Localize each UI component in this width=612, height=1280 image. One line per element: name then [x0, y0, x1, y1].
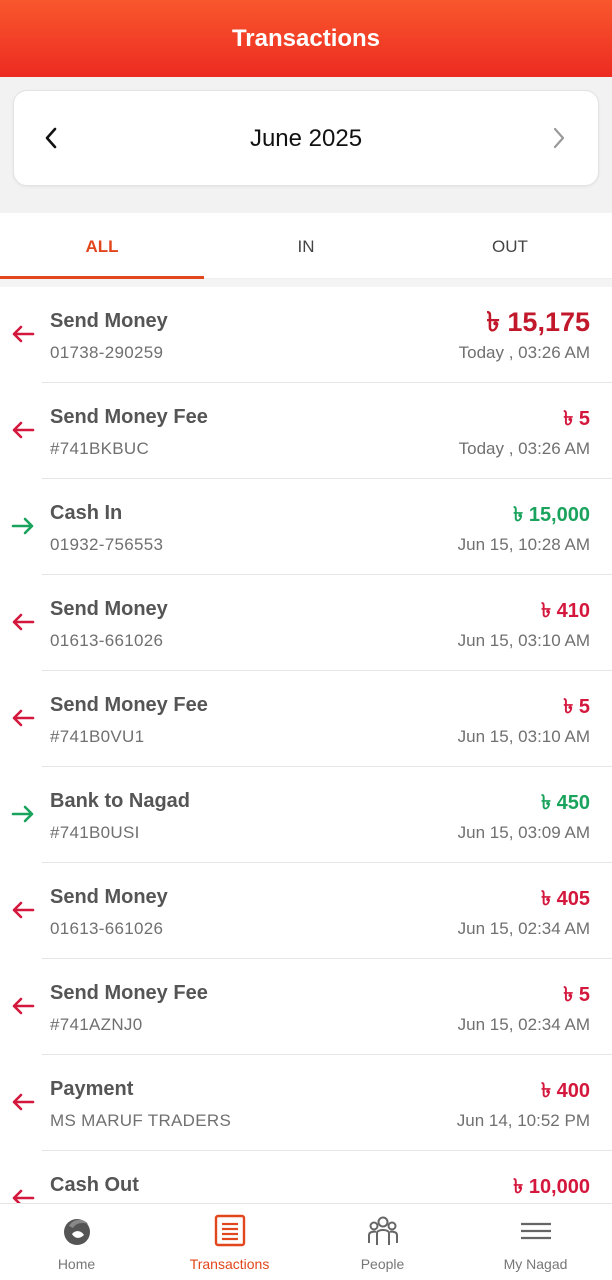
- transaction-detail: #741B0USI: [50, 823, 140, 842]
- transaction-title: Cash Out: [50, 1174, 139, 1196]
- outgoing-arrow-icon: [12, 1093, 35, 1111]
- transaction-amount: ৳ 5: [563, 408, 590, 430]
- tab-in[interactable]: IN: [204, 213, 408, 278]
- transaction-row[interactable]: Cash In 01932-756553 ৳ 15,000 Jun 15, 10…: [11, 479, 612, 575]
- incoming-arrow-icon: [11, 805, 34, 823]
- transaction-row[interactable]: Cash Out ৳ 10,000: [12, 1151, 612, 1203]
- divider: [0, 279, 612, 287]
- month-selector: June 2025: [13, 90, 599, 186]
- nav-my-nagad-label: My Nagad: [503, 1256, 568, 1272]
- nav-transactions[interactable]: Transactions: [153, 1204, 306, 1280]
- transaction-time: Today , 03:26 AM: [458, 343, 590, 362]
- transaction-detail: 01932-756553: [50, 535, 164, 554]
- transaction-title: Bank to Nagad: [50, 790, 191, 812]
- transactions-icon: [214, 1214, 245, 1247]
- nav-home-label: Home: [57, 1256, 96, 1272]
- transaction-detail: #741B0VU1: [50, 727, 145, 746]
- transaction-amount: ৳ 15,175: [486, 307, 590, 337]
- tab-all[interactable]: ALL: [0, 213, 204, 279]
- transaction-time: Jun 15, 02:34 AM: [457, 919, 590, 938]
- transaction-row[interactable]: Send Money Fee #741BKBUC ৳ 5 Today , 03:…: [12, 383, 612, 479]
- transaction-title: Send Money: [50, 598, 168, 620]
- transaction-row[interactable]: Send Money Fee #741AZNJ0 ৳ 5 Jun 15, 02:…: [12, 959, 612, 1055]
- bottom-navigation: Home Transactions People My Nagad: [0, 1203, 612, 1280]
- transaction-time: Jun 15, 10:28 AM: [457, 535, 590, 554]
- outgoing-arrow-icon: [12, 325, 35, 343]
- transaction-detail: 01738-290259: [50, 343, 164, 362]
- nav-my-nagad[interactable]: My Nagad: [459, 1204, 612, 1280]
- transaction-list: Send Money 01738-290259 ৳ 15,175 Today ,…: [0, 287, 612, 1203]
- tab-out[interactable]: OUT: [408, 213, 612, 278]
- filter-tabs: ALL IN OUT: [0, 213, 612, 279]
- transaction-detail: #741AZNJ0: [50, 1015, 143, 1034]
- transaction-row[interactable]: Send Money Fee #741B0VU1 ৳ 5 Jun 15, 03:…: [12, 671, 612, 767]
- transaction-title: Payment: [50, 1078, 134, 1100]
- transaction-time: Today , 03:26 AM: [458, 439, 590, 458]
- outgoing-arrow-icon: [12, 997, 35, 1015]
- transaction-amount: ৳ 15,000: [513, 504, 590, 526]
- transaction-amount: ৳ 410: [541, 600, 590, 622]
- nav-people[interactable]: People: [306, 1204, 459, 1280]
- transaction-amount: ৳ 405: [541, 888, 590, 910]
- transaction-amount: ৳ 10,000: [513, 1176, 590, 1198]
- transaction-title: Send Money: [50, 310, 168, 332]
- nav-home[interactable]: Home: [0, 1204, 153, 1280]
- outgoing-arrow-icon: [12, 901, 35, 919]
- transaction-detail: MS MARUF TRADERS: [50, 1111, 232, 1130]
- transaction-title: Send Money Fee: [50, 694, 208, 716]
- transaction-time: Jun 15, 03:10 AM: [457, 631, 590, 650]
- transaction-time: Jun 15, 02:34 AM: [457, 1015, 590, 1034]
- transaction-title: Cash In: [50, 502, 123, 524]
- transaction-detail: #741BKBUC: [50, 439, 150, 458]
- people-icon: [367, 1216, 398, 1245]
- page-title: Transactions: [231, 24, 381, 52]
- transaction-title: Send Money: [50, 886, 168, 908]
- month-label: June 2025: [249, 125, 363, 152]
- transaction-detail: 01613-661026: [50, 919, 164, 938]
- transaction-row[interactable]: Send Money 01613-661026 ৳ 410 Jun 15, 03…: [12, 575, 612, 671]
- transaction-amount: ৳ 450: [541, 792, 590, 814]
- nav-people-label: People: [360, 1256, 405, 1272]
- outgoing-arrow-icon: [12, 613, 35, 631]
- transaction-detail: 01613-661026: [50, 631, 164, 650]
- transaction-amount: ৳ 5: [563, 696, 590, 718]
- transaction-time: Jun 14, 10:52 PM: [456, 1111, 590, 1130]
- transaction-title: Send Money Fee: [50, 982, 208, 1004]
- home-logo-icon: [63, 1219, 90, 1245]
- transaction-title: Send Money Fee: [50, 406, 208, 428]
- transaction-row[interactable]: Send Money 01613-661026 ৳ 405 Jun 15, 02…: [12, 863, 612, 959]
- incoming-arrow-icon: [11, 517, 34, 535]
- next-month-button[interactable]: [544, 121, 574, 155]
- menu-icon: [520, 1222, 551, 1240]
- nav-transactions-label: Transactions: [189, 1256, 270, 1272]
- transaction-amount: ৳ 5: [563, 984, 590, 1006]
- transaction-row[interactable]: Payment MS MARUF TRADERS ৳ 400 Jun 14, 1…: [12, 1055, 612, 1151]
- chevron-right-icon: [553, 127, 565, 149]
- outgoing-arrow-icon: [12, 709, 35, 727]
- outgoing-arrow-icon: [12, 421, 35, 439]
- app-header: Transactions: [0, 0, 612, 77]
- month-selector-area: June 2025: [0, 77, 612, 213]
- transaction-row[interactable]: Send Money 01738-290259 ৳ 15,175 Today ,…: [12, 287, 612, 383]
- outgoing-arrow-icon: [12, 1189, 35, 1203]
- transaction-time: Jun 15, 03:10 AM: [457, 727, 590, 746]
- transaction-time: Jun 15, 03:09 AM: [457, 823, 590, 842]
- transaction-row[interactable]: Bank to Nagad #741B0USI ৳ 450 Jun 15, 03…: [11, 767, 612, 863]
- transaction-amount: ৳ 400: [541, 1080, 590, 1102]
